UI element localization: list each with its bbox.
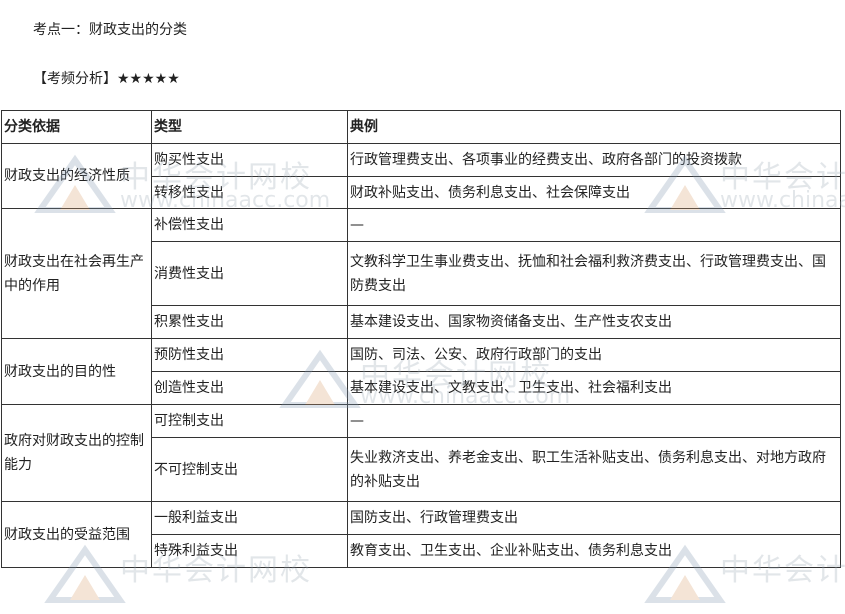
basis-cell: 政府对财政支出的控制能力 — [1, 404, 152, 502]
example-cell: 基本建设支出、国家物资储备支出、生产性支农支出 — [347, 305, 841, 339]
type-cell: 可控制支出 — [151, 404, 348, 438]
table-row: 财政支出的目的性 预防性支出 国防、司法、公安、政府行政部门的支出 — [1, 338, 841, 405]
example-cell: 行政管理费支出、各项事业的经费支出、政府各部门的投资拨款 — [347, 143, 841, 177]
header-basis: 分类依据 — [1, 110, 152, 144]
type-cell: 一般利益支出 — [151, 501, 348, 535]
type-cell: 消费性支出 — [151, 241, 348, 306]
table-row: 财政支出的经济性质 购买性支出 行政管理费支出、各项事业的经费支出、政府各部门的… — [1, 143, 841, 209]
frequency-analysis: 【考频分析】★★★★★ — [33, 68, 180, 88]
type-cell: 购买性支出 — [151, 143, 348, 177]
example-cell: 失业救济支出、养老金支出、职工生活补贴支出、债务利息支出、对地方政府的补贴支出 — [347, 437, 841, 502]
expenditure-classification-table: 分类依据 类型 典例 财政支出的经济性质 购买性支出 行政管理费支出、各项事业的… — [1, 110, 841, 568]
table-row: 政府对财政支出的控制能力 可控制支出 — — [1, 404, 841, 502]
example-cell: 财政补贴支出、债务利息支出、社会保障支出 — [347, 176, 841, 209]
basis-cell: 财政支出的受益范围 — [1, 501, 152, 568]
frequency-stars: ★★★★★ — [117, 71, 180, 87]
type-cell: 不可控制支出 — [151, 437, 348, 502]
table-header-row: 分类依据 类型 典例 — [1, 110, 841, 144]
basis-cell: 财政支出的目的性 — [1, 338, 152, 405]
example-cell: 国防支出、行政管理费支出 — [347, 501, 841, 535]
example-cell: 国防、司法、公安、政府行政部门的支出 — [347, 338, 841, 372]
example-cell: — — [347, 404, 841, 438]
type-cell: 积累性支出 — [151, 305, 348, 339]
example-cell: — — [347, 208, 841, 242]
example-cell: 基本建设支出、文教支出、卫生支出、社会福利支出 — [347, 371, 841, 405]
type-cell: 特殊利益支出 — [151, 534, 348, 568]
type-cell: 转移性支出 — [151, 176, 348, 209]
header-type: 类型 — [151, 110, 348, 144]
example-cell: 教育支出、卫生支出、企业补贴支出、债务利息支出 — [347, 534, 841, 568]
type-cell: 补偿性支出 — [151, 208, 348, 242]
type-cell: 创造性支出 — [151, 371, 348, 405]
table-row: 财政支出的受益范围 一般利益支出 国防支出、行政管理费支出 — [1, 501, 841, 568]
frequency-label: 【考频分析】 — [33, 71, 117, 87]
header-example: 典例 — [347, 110, 841, 144]
table-row: 财政支出在社会再生产中的作用 补偿性支出 — — [1, 208, 841, 339]
type-cell: 预防性支出 — [151, 338, 348, 372]
basis-cell: 财政支出在社会再生产中的作用 — [1, 208, 152, 339]
section-heading: 考点一：财政支出的分类 — [33, 22, 187, 38]
basis-cell: 财政支出的经济性质 — [1, 143, 152, 209]
example-cell: 文教科学卫生事业费支出、抚恤和社会福利救济费支出、行政管理费支出、国防费支出 — [347, 241, 841, 306]
